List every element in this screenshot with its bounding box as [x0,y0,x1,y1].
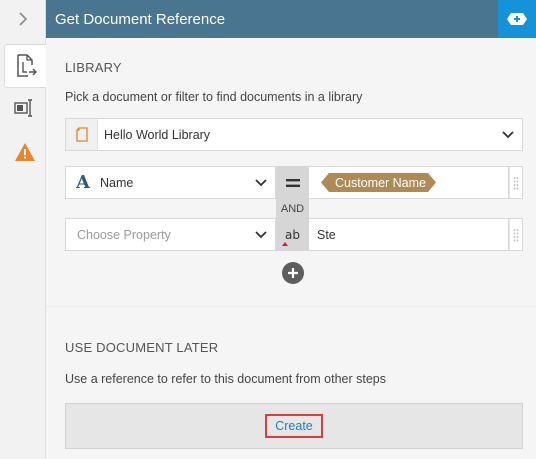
left-rail [0,0,47,459]
drag-handle-icon[interactable] [509,166,523,199]
customer-name-token[interactable]: Customer Name [321,173,436,192]
value-field[interactable]: Customer Name [309,166,509,199]
warning-icon [15,143,35,161]
value-field[interactable]: Ste [309,218,509,251]
create-button[interactable]: Create [265,414,323,438]
chevron-right-icon [19,12,28,26]
drag-handle-icon[interactable] [509,218,523,251]
header-action-button[interactable] [498,0,536,38]
operator-text-button[interactable]: ab [276,218,309,251]
plus-icon [288,268,298,278]
filter-row-1: A Name Customer Name [65,166,523,199]
section-divider [46,306,536,307]
property-select-placeholder: Choose Property [77,227,171,242]
tab-form-fields[interactable] [4,86,46,130]
document-icon [75,127,88,142]
value-text: Ste [317,227,336,242]
tab-document-reference[interactable] [4,44,47,88]
use-later-section-title: USE DOCUMENT LATER [65,340,219,355]
property-select[interactable]: Choose Property [65,218,276,251]
library-description: Pick a document or filter to find docume… [65,90,363,104]
operator-equals-button[interactable] [276,166,309,199]
panel-header: Get Document Reference [46,0,536,38]
property-select[interactable]: A Name [65,166,276,199]
panel-content: LIBRARY Pick a document or filter to fin… [46,38,536,459]
text-operator-icon: ab [282,226,300,246]
library-section-title: LIBRARY [65,60,122,75]
chevron-down-icon [494,130,522,139]
property-select-value: Name [100,175,134,190]
library-select[interactable]: Hello World Library [65,118,523,151]
text-type-icon: A [76,172,90,193]
add-tag-icon [507,13,527,25]
document-export-icon [17,54,37,77]
form-field-icon [14,99,32,117]
use-later-description: Use a reference to refer to this documen… [65,372,386,386]
chevron-down-icon [247,230,275,239]
collapse-toggle[interactable] [0,0,46,38]
tab-warnings[interactable] [4,130,46,174]
library-icon-box [66,119,98,150]
chevron-down-icon [247,178,275,187]
filter-row-2: Choose Property ab Ste [65,218,523,251]
and-joiner[interactable]: AND [276,199,309,218]
add-filter-button[interactable] [282,262,304,284]
create-reference-panel: Create [65,403,523,449]
library-select-value: Hello World Library [104,127,211,142]
equals-icon [285,178,300,187]
page-title: Get Document Reference [55,10,226,28]
